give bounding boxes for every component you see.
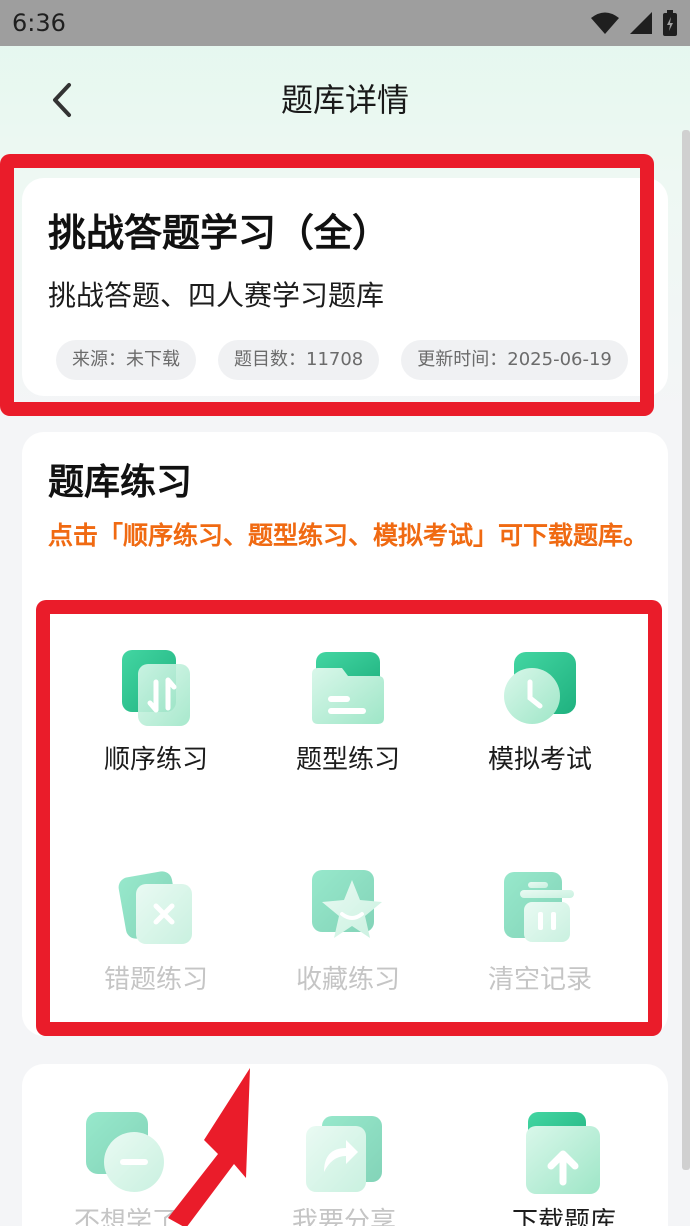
bank-title: 挑战答题学习（全）: [48, 211, 391, 255]
page-title: 题库详情: [280, 81, 409, 119]
mock-exam-button[interactable]: 模拟考试: [450, 618, 630, 788]
sequence-icon: [116, 648, 196, 728]
bank-info-card: 挑战答题学习（全） 挑战答题、四人赛学习题库 来源：未下载 题目数：11708 …: [22, 178, 668, 396]
bank-subtitle: 挑战答题、四人赛学习题库: [48, 279, 385, 312]
wifi-icon: [591, 12, 619, 34]
status-bar: 6:36: [0, 0, 690, 46]
practice-card: 题库练习 点击「顺序练习、题型练习、模拟考试」可下载题库。 顺序练习 题型练习 …: [22, 432, 668, 1036]
wrong-practice-label: 错题练习: [103, 965, 208, 995]
practice-hint: 点击「顺序练习、题型练习、模拟考试」可下载题库。: [48, 521, 649, 550]
source-tag: 来源：未下载: [56, 340, 196, 380]
trash-icon: [500, 868, 580, 948]
bank-tags: 来源：未下载 题目数：11708 更新时间：2025-06-19: [56, 340, 628, 380]
type-practice-button[interactable]: 题型练习: [258, 618, 438, 788]
share-label: 我要分享: [291, 1207, 396, 1226]
status-time: 6:36: [12, 9, 66, 37]
quit-learning-label: 不想学了: [73, 1207, 178, 1226]
favorite-practice-button[interactable]: 收藏练习: [258, 838, 438, 1008]
status-icons: [590, 10, 678, 36]
download-bank-button[interactable]: 下载题库: [474, 1064, 654, 1226]
share-button[interactable]: 我要分享: [254, 1064, 434, 1226]
update-time-tag: 更新时间：2025-06-19: [401, 340, 628, 380]
clear-records-button[interactable]: 清空记录: [450, 838, 630, 1008]
share-icon: [302, 1110, 386, 1194]
folder-icon: [308, 648, 388, 728]
quit-learning-button[interactable]: 不想学了: [36, 1064, 216, 1226]
wrong-icon: [116, 868, 196, 948]
nav-bar: 题库详情: [0, 46, 690, 154]
minus-icon: [84, 1110, 168, 1194]
practice-title: 题库练习: [48, 462, 193, 503]
mock-exam-label: 模拟考试: [487, 745, 592, 775]
sequence-practice-label: 顺序练习: [103, 745, 208, 775]
sequence-practice-button[interactable]: 顺序练习: [66, 618, 246, 788]
star-icon: [308, 868, 388, 948]
practice-grid: 顺序练习 题型练习 模拟考试 错题练习 收藏练习 清空记录: [56, 618, 640, 1018]
download-bank-label: 下载题库: [511, 1207, 616, 1226]
actions-card: 不想学了 我要分享 下载题库: [22, 1064, 668, 1226]
wrong-practice-button[interactable]: 错题练习: [66, 838, 246, 1008]
battery-icon: [663, 10, 677, 36]
question-count-tag: 题目数：11708: [218, 340, 380, 380]
scrollbar[interactable]: [682, 130, 690, 1170]
download-icon: [522, 1110, 606, 1194]
clock-icon: [500, 648, 580, 728]
favorite-practice-label: 收藏练习: [295, 965, 400, 995]
clear-records-label: 清空记录: [487, 965, 592, 995]
type-practice-label: 题型练习: [295, 745, 400, 775]
signal-icon: [630, 12, 652, 34]
